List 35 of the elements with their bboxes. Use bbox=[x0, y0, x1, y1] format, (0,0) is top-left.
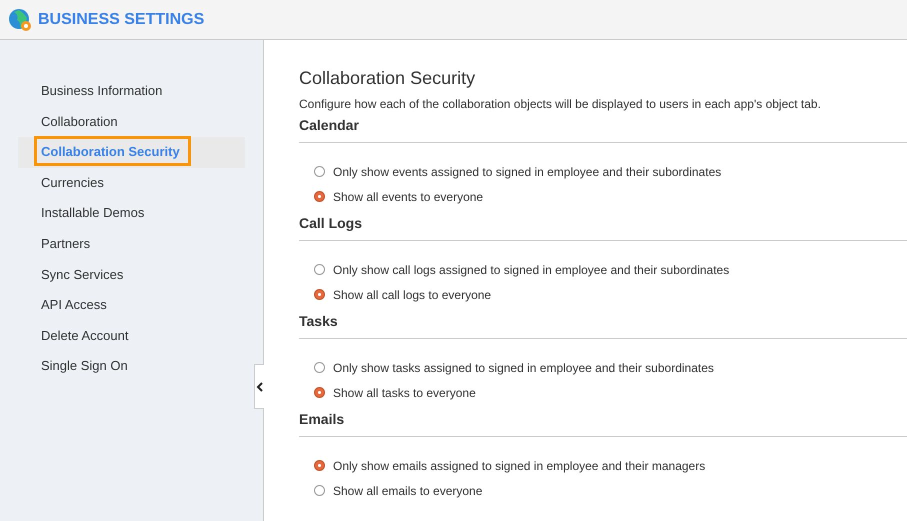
sidebar-item[interactable]: Sync Services bbox=[18, 260, 245, 290]
sidebar-item[interactable]: Currencies bbox=[18, 168, 245, 198]
radio-label: Only show events assigned to signed in employee and their subordinates bbox=[333, 164, 722, 178]
radio-label: Only show emails assigned to signed in employee and their managers bbox=[333, 458, 706, 472]
radio-label: Show all emails to everyone bbox=[333, 484, 482, 498]
radio-button[interactable] bbox=[314, 460, 325, 471]
app-title: BUSINESS SETTINGS bbox=[38, 10, 204, 28]
sidebar-item[interactable]: Single Sign On bbox=[18, 351, 245, 382]
radio-button[interactable] bbox=[314, 485, 325, 496]
sidebar-item[interactable]: API Access bbox=[18, 290, 245, 321]
section-heading: Calendar bbox=[299, 117, 907, 143]
collapse-button[interactable] bbox=[254, 364, 264, 409]
sidebar-item[interactable]: Partners bbox=[18, 228, 245, 260]
radio-button[interactable] bbox=[314, 387, 325, 398]
radio-button[interactable] bbox=[314, 264, 325, 275]
radio-label: Show all events to everyone bbox=[333, 190, 484, 204]
radio-button[interactable] bbox=[314, 289, 325, 300]
section-heading: Call Logs bbox=[299, 215, 907, 241]
sidebar-item[interactable]: Delete Account bbox=[18, 320, 245, 352]
page-description: Configure how each of the collaboration objects will be displayed to users in each app's object tab. bbox=[299, 97, 822, 111]
sidebar-item[interactable]: Installable Demos bbox=[18, 198, 245, 229]
radio-label: Only show call logs assigned to signed in employee and their subordinates bbox=[333, 262, 730, 276]
radio-button[interactable] bbox=[314, 191, 325, 202]
section-heading: Emails bbox=[299, 411, 907, 437]
radio-label: Only show tasks assigned to signed in employee and their subordinates bbox=[333, 360, 714, 374]
radio-button[interactable] bbox=[314, 166, 325, 177]
sidebar-item[interactable]: Business Information bbox=[18, 76, 245, 107]
page-title: Collaboration Security bbox=[299, 68, 476, 89]
radio-button[interactable] bbox=[314, 362, 325, 373]
globe-gear-icon bbox=[8, 8, 32, 32]
chevron-left-icon bbox=[256, 380, 264, 392]
radio-label: Show all call logs to everyone bbox=[333, 288, 492, 302]
sidebar-item[interactable]: Collaboration bbox=[18, 106, 245, 138]
radio-label: Show all tasks to everyone bbox=[333, 386, 476, 400]
section-heading: Tasks bbox=[299, 313, 907, 339]
